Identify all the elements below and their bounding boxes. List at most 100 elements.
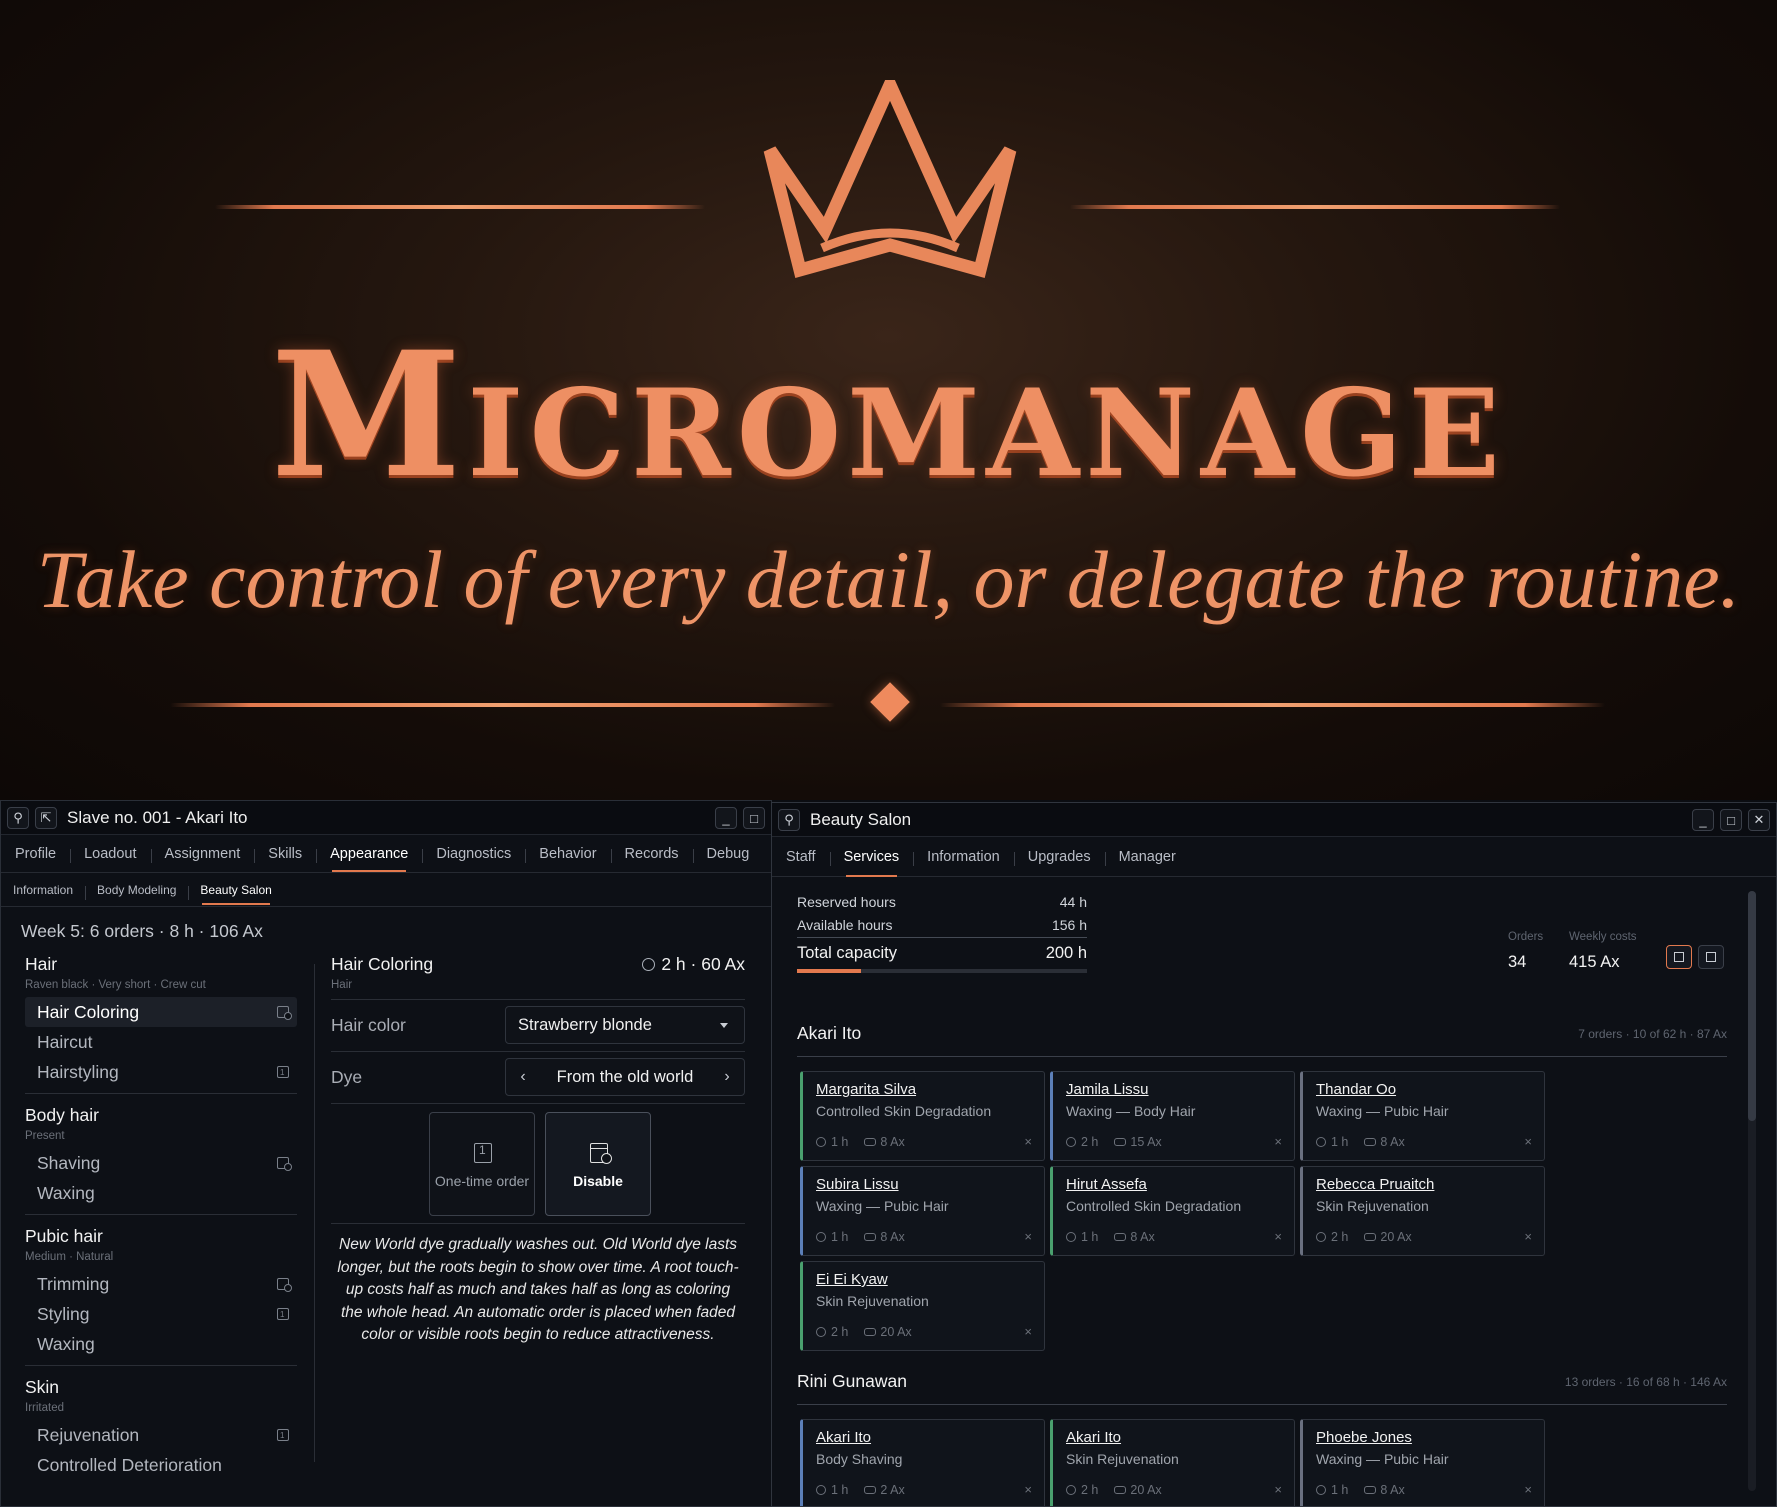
category-description: Irritated bbox=[25, 1402, 64, 1414]
salon-scrollbar-thumb[interactable] bbox=[1748, 891, 1756, 1121]
order-card[interactable]: Phoebe Jones Waxing — Pubic Hair 1 h 8 Ax × bbox=[1300, 1419, 1545, 1506]
order-card[interactable]: Margarita Silva Controlled Skin Degradati… bbox=[800, 1071, 1045, 1161]
order-hours: 1 h bbox=[831, 1135, 849, 1149]
tab-upgrades[interactable]: Upgrades bbox=[1013, 849, 1105, 866]
order-card[interactable]: Jamila Lissu Waxing — Body Hair 2 h 15 Ax × bbox=[1050, 1071, 1295, 1161]
service-actions: One-time order Disable bbox=[331, 1104, 745, 1224]
beauty-salon-titlebar[interactable]: ⚲ Beauty Salon _ □ ✕ bbox=[772, 803, 1776, 837]
service-meta: 2 h · 60 Ax bbox=[642, 951, 745, 977]
capacity-progress-bar bbox=[797, 969, 1087, 973]
order-cost: 8 Ax bbox=[1380, 1483, 1405, 1497]
tab-information[interactable]: Information bbox=[913, 849, 1014, 866]
tab-appearance[interactable]: Appearance bbox=[316, 846, 422, 872]
service-item-hairstyling[interactable]: Hairstyling bbox=[25, 1057, 297, 1088]
tab-manager[interactable]: Manager bbox=[1104, 849, 1190, 866]
one-time-order-button[interactable]: One-time order bbox=[429, 1112, 535, 1216]
order-card[interactable]: Thandar Oo Waxing — Pubic Hair 1 h 8 Ax × bbox=[1300, 1071, 1545, 1161]
order-client-link[interactable]: Akari Ito bbox=[1066, 1429, 1121, 1446]
order-client-link[interactable]: Akari Ito bbox=[816, 1429, 871, 1446]
order-client-link[interactable]: Rebecca Pruaitch bbox=[1316, 1176, 1434, 1193]
service-item-hair-coloring[interactable]: Hair Coloring bbox=[25, 997, 297, 1027]
minimize-icon[interactable]: _ bbox=[1692, 809, 1714, 831]
tab-services[interactable]: Services bbox=[829, 849, 914, 877]
weekly-costs-label: Weekly costs bbox=[1569, 931, 1637, 943]
close-icon[interactable]: × bbox=[1024, 1134, 1032, 1149]
order-card[interactable]: Subira Lissu Waxing — Pubic Hair 1 h 8 Ax × bbox=[800, 1166, 1045, 1256]
subtab-body-modeling[interactable]: Body Modeling bbox=[85, 883, 188, 900]
maximize-icon[interactable]: □ bbox=[743, 807, 765, 829]
close-icon[interactable]: × bbox=[1274, 1229, 1282, 1244]
order-card[interactable]: Akari Ito Skin Rejuvenation 2 h 20 Ax × bbox=[1050, 1419, 1295, 1506]
minimize-icon[interactable]: _ bbox=[715, 807, 737, 829]
chevron-right-icon[interactable]: › bbox=[712, 1059, 742, 1095]
chevron-left-icon[interactable]: ‹ bbox=[508, 1059, 538, 1095]
close-icon[interactable]: × bbox=[1274, 1482, 1282, 1497]
close-icon[interactable]: × bbox=[1024, 1482, 1032, 1497]
order-card[interactable]: Rebecca Pruaitch Skin Rejuvenation 2 h 20 A… bbox=[1300, 1166, 1545, 1256]
order-card[interactable]: Ei Ei Kyaw Skin Rejuvenation 2 h 20 Ax × bbox=[800, 1261, 1045, 1351]
tab-skills[interactable]: Skills bbox=[254, 846, 316, 863]
order-client-link[interactable]: Margarita Silva bbox=[816, 1081, 916, 1098]
order-client-link[interactable]: Thandar Oo bbox=[1316, 1081, 1396, 1098]
service-detail-panel: Hair Coloring 2 h · 60 Ax Hair Hair colo… bbox=[331, 951, 745, 1347]
order-cost: 2 Ax bbox=[880, 1483, 905, 1497]
tab-records[interactable]: Records bbox=[610, 846, 693, 863]
tab-staff[interactable]: Staff bbox=[772, 849, 830, 865]
order-hours: 1 h bbox=[831, 1483, 849, 1497]
one-time-order-label: One-time order bbox=[434, 1173, 530, 1189]
salon-scrollbar[interactable] bbox=[1748, 891, 1756, 1491]
slave-window: ⚲ ⇱ Slave no. 001 - Akari Ito _ □ Profil… bbox=[0, 800, 772, 1507]
order-hours: 2 h bbox=[831, 1325, 849, 1339]
service-item-label: Hairstyling bbox=[37, 1062, 119, 1082]
close-icon[interactable]: × bbox=[1024, 1229, 1032, 1244]
service-item-trimming[interactable]: Trimming bbox=[25, 1269, 297, 1299]
subtab-beauty-salon[interactable]: Beauty Salon bbox=[188, 883, 283, 905]
tab-debug[interactable]: Debug bbox=[692, 846, 764, 863]
order-client-link[interactable]: Subira Lissu bbox=[816, 1176, 899, 1193]
order-hours: 1 h bbox=[831, 1230, 849, 1244]
order-client-link[interactable]: Ei Ei Kyaw bbox=[816, 1271, 888, 1288]
order-hours: 2 h bbox=[1331, 1230, 1349, 1244]
one-time-icon bbox=[277, 1300, 289, 1330]
hair-color-dropdown[interactable]: Strawberry blonde bbox=[505, 1006, 745, 1044]
tab-assignment[interactable]: Assignment bbox=[150, 846, 255, 863]
order-card[interactable]: Akari Ito Body Shaving 1 h 2 Ax × bbox=[800, 1419, 1045, 1506]
order-footer: 2 h 15 Ax bbox=[1066, 1135, 1162, 1149]
popout-icon[interactable]: ⇱ bbox=[35, 806, 57, 829]
service-item-label: Rejuvenation bbox=[37, 1425, 140, 1445]
tab-profile[interactable]: Profile bbox=[1, 846, 70, 862]
tab-behavior[interactable]: Behavior bbox=[525, 846, 610, 863]
service-item-waxing[interactable]: Waxing bbox=[25, 1178, 297, 1208]
list-view-button[interactable] bbox=[1698, 945, 1724, 969]
service-item-haircut[interactable]: Haircut bbox=[25, 1027, 297, 1057]
order-client-link[interactable]: Phoebe Jones bbox=[1316, 1429, 1412, 1446]
order-card[interactable]: Hirut Assefa Controlled Skin Degradation 1… bbox=[1050, 1166, 1295, 1256]
service-item-waxing[interactable]: Waxing bbox=[25, 1329, 297, 1359]
order-client-link[interactable]: Hirut Assefa bbox=[1066, 1176, 1147, 1193]
close-icon[interactable]: × bbox=[1524, 1134, 1532, 1149]
close-icon[interactable]: × bbox=[1274, 1134, 1282, 1149]
close-icon[interactable]: × bbox=[1524, 1482, 1532, 1497]
close-icon[interactable]: × bbox=[1524, 1229, 1532, 1244]
close-icon[interactable]: ✕ bbox=[1748, 809, 1770, 831]
maximize-icon[interactable]: □ bbox=[1720, 809, 1742, 831]
slave-window-titlebar[interactable]: ⚲ ⇱ Slave no. 001 - Akari Ito _ □ bbox=[1, 801, 771, 835]
subtab-information[interactable]: Information bbox=[1, 883, 85, 897]
service-item-shaving[interactable]: Shaving bbox=[25, 1148, 297, 1178]
service-item-controlled-deterioration[interactable]: Controlled Deterioration bbox=[25, 1450, 297, 1480]
pin-icon[interactable]: ⚲ bbox=[7, 806, 29, 829]
available-hours-row: Available hours 156 h bbox=[797, 914, 1087, 937]
close-icon[interactable]: × bbox=[1024, 1324, 1032, 1339]
tab-loadout[interactable]: Loadout bbox=[70, 846, 150, 863]
order-client-link[interactable]: Jamila Lissu bbox=[1066, 1081, 1149, 1098]
tab-diagnostics[interactable]: Diagnostics bbox=[422, 846, 525, 863]
disable-button[interactable]: Disable bbox=[545, 1112, 651, 1216]
service-item-styling[interactable]: Styling bbox=[25, 1299, 297, 1330]
orders-label: Orders bbox=[1508, 931, 1544, 943]
pin-icon[interactable]: ⚲ bbox=[778, 808, 800, 831]
service-item-rejuvenation[interactable]: Rejuvenation bbox=[25, 1420, 297, 1451]
orders-value: 34 bbox=[1508, 953, 1527, 971]
money-icon bbox=[1114, 1486, 1127, 1494]
category-name: Pubic hair bbox=[25, 1226, 103, 1246]
grid-view-button[interactable] bbox=[1666, 945, 1692, 969]
